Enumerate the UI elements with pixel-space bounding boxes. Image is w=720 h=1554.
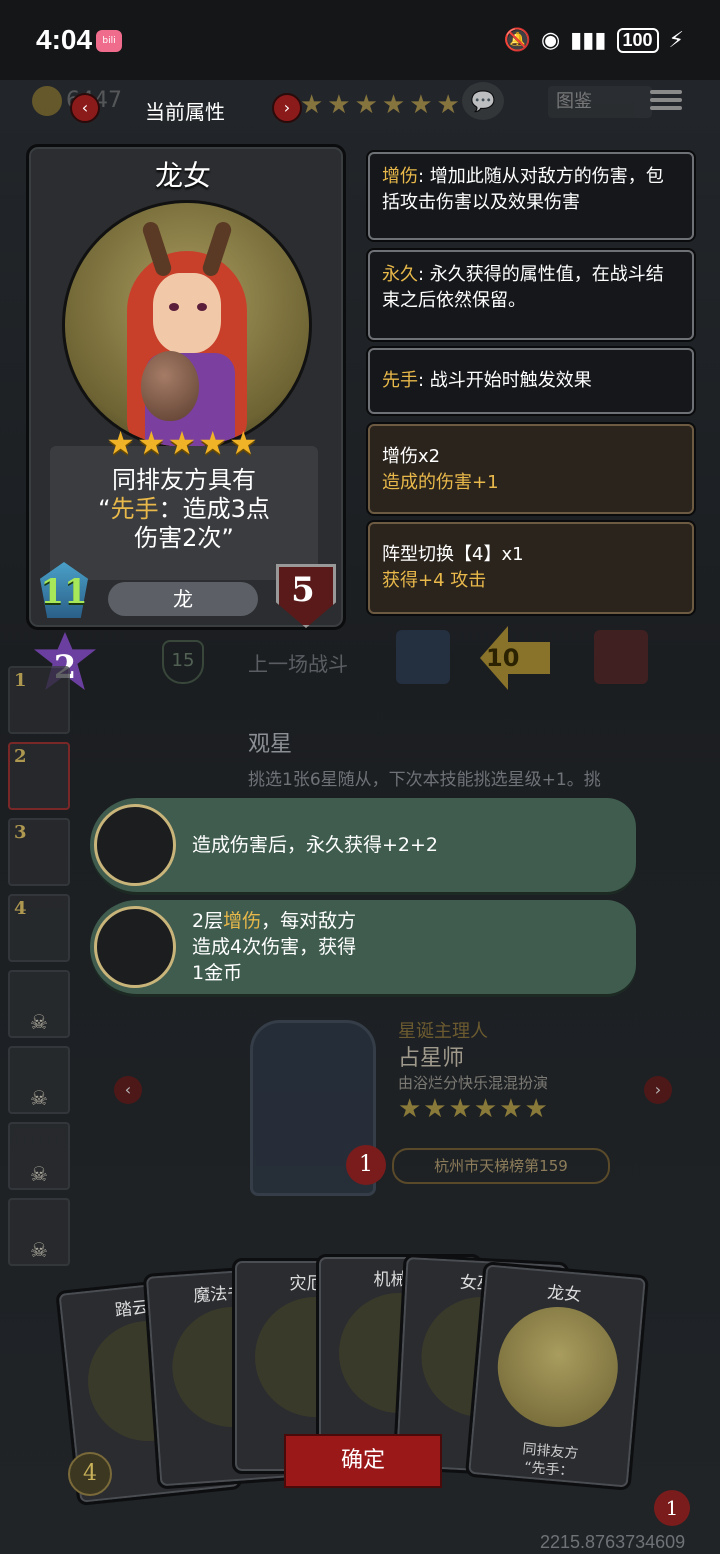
confirm-button[interactable]: 确定 bbox=[284, 1434, 442, 1488]
effect-tooltip: 2层增伤，每对敌方 造成4次伤害，获得 1金币 bbox=[90, 900, 636, 994]
status-bar: 4:04 bili 🔕 ◉ ▮▮▮ 100 ⚡ bbox=[0, 0, 720, 80]
unit-name: 龙女 bbox=[154, 159, 211, 192]
skull-icon: ☠ bbox=[30, 1238, 48, 1262]
unit-tribe: 龙 bbox=[108, 582, 258, 616]
chat-button[interactable]: 💬 bbox=[462, 82, 504, 120]
card-art bbox=[492, 1302, 623, 1433]
next-unit-button[interactable]: › bbox=[272, 93, 302, 123]
skull-icon: ☠ bbox=[30, 1010, 48, 1034]
roster-slot-1[interactable]: 1 bbox=[8, 666, 70, 734]
menu-icon[interactable] bbox=[650, 86, 682, 116]
last-battle-label: 上一场战斗 bbox=[248, 652, 348, 676]
claw-icon bbox=[94, 804, 176, 886]
machine-icon bbox=[94, 906, 176, 988]
opponent-health: 1 bbox=[346, 1145, 386, 1185]
last-battle-portrait-self bbox=[396, 630, 450, 684]
rank-stars: ★★★★★★ bbox=[300, 90, 464, 120]
signal-icon: ▮▮▮ bbox=[570, 28, 607, 53]
hero-skill-title: 观星 bbox=[248, 732, 293, 757]
mute-icon: 🔕 bbox=[503, 28, 531, 53]
hero-skill-text: 挑选1张6星随从，下次本技能挑选星级+1。挑 bbox=[248, 770, 601, 790]
skull-icon: ☠ bbox=[30, 1086, 48, 1110]
status-time: 4:04 bbox=[36, 24, 93, 55]
hand-card[interactable]: 龙女 同排友方 “先手： bbox=[464, 1261, 650, 1491]
opponent-stars: ★★★★★★ bbox=[398, 1094, 550, 1124]
gold-coin-icon bbox=[32, 86, 62, 116]
coin-counter: 4 bbox=[68, 1452, 112, 1496]
unit-health: 5 bbox=[291, 570, 315, 610]
damage-value: 10 bbox=[486, 644, 520, 672]
roster-slot-eliminated[interactable]: ☠ bbox=[8, 970, 70, 1038]
keyword-panel: 先手: 战斗开始时触发效果 bbox=[368, 348, 694, 414]
roster-slot-eliminated[interactable]: ☠ bbox=[8, 1198, 70, 1266]
bilibili-app-icon: bili bbox=[96, 30, 122, 52]
charging-icon: ⚡ bbox=[668, 28, 684, 53]
unit-stars: ★★★★★ bbox=[106, 424, 260, 462]
dragon-egg-icon bbox=[141, 351, 199, 421]
unit-description: 同排友方具有 “先手：造成3点 伤害2次” bbox=[98, 466, 270, 552]
opponent-prev-button[interactable]: ‹ bbox=[114, 1076, 142, 1104]
wifi-icon: ◉ bbox=[540, 28, 561, 53]
keyword-panel: 增伤: 增加此随从对敌方的伤害，包括攻击伤害以及效果伤害 bbox=[368, 152, 694, 240]
roster-slot-eliminated[interactable]: ☠ bbox=[8, 1046, 70, 1114]
keyword-panel: 永久: 永久获得的属性值，在战斗结束之后依然保留。 bbox=[368, 250, 694, 340]
opponent-shield: 15 bbox=[162, 640, 204, 684]
roster-slot-3[interactable]: 3 bbox=[8, 818, 70, 886]
buff-panel: 阵型切换【4】x1 获得+4 攻击 bbox=[368, 522, 694, 614]
skull-icon: ☠ bbox=[30, 1162, 48, 1186]
codex-label: 图鉴 bbox=[556, 91, 592, 112]
opponent-next-button[interactable]: › bbox=[644, 1076, 672, 1104]
buff-panel: 增伤x2 造成的伤害+1 bbox=[368, 424, 694, 514]
opponent-name: 占星师 bbox=[398, 1046, 465, 1071]
page-title: 当前属性 bbox=[145, 100, 225, 124]
opponent-rank: 杭州市天梯榜第159 bbox=[392, 1148, 610, 1184]
roster-slot-2[interactable]: 2 bbox=[8, 742, 70, 810]
effect-tooltip: 造成伤害后，永久获得+2+2 bbox=[90, 798, 636, 892]
roster-slot-eliminated[interactable]: ☠ bbox=[8, 1122, 70, 1190]
unit-attack: 11 bbox=[40, 572, 88, 612]
system-icons: 🔕 ◉ ▮▮▮ 100 ⚡ bbox=[504, 28, 684, 53]
last-battle-portrait-enemy bbox=[594, 630, 648, 684]
codex-button[interactable]: 图鉴 bbox=[548, 86, 652, 118]
debug-coordinates: 2215.8763734609 bbox=[540, 1532, 686, 1552]
prev-unit-button[interactable]: ‹ bbox=[70, 93, 100, 123]
unit-portrait bbox=[62, 200, 312, 450]
opponent-player: 由浴烂分快乐混混扮演 bbox=[398, 1074, 549, 1092]
battery-icon: 100 bbox=[616, 28, 659, 53]
roster-slot-4[interactable]: 4 bbox=[8, 894, 70, 962]
health-counter: 1 bbox=[654, 1490, 690, 1526]
